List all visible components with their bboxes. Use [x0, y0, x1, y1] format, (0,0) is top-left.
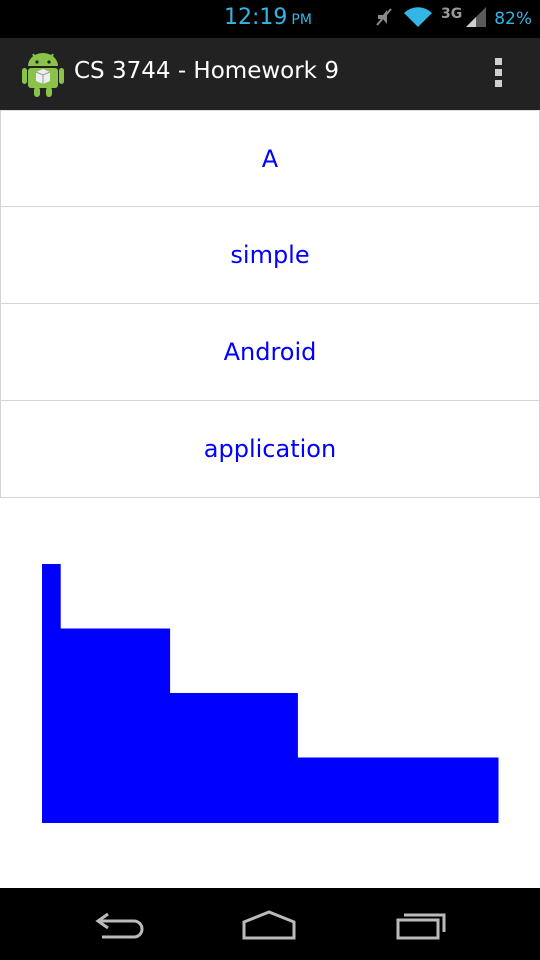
status-icons: 3G 82% — [365, 4, 532, 34]
chart-bar-application — [297, 757, 499, 823]
recent-apps-icon[interactable] — [386, 902, 456, 946]
chart-bar-simple — [60, 628, 171, 823]
list-item[interactable]: application — [0, 401, 540, 498]
list-item[interactable]: A — [0, 110, 540, 207]
back-icon[interactable] — [86, 902, 156, 946]
chart-bar-a — [42, 564, 61, 823]
status-bar: 12:19 PM 3G 82% — [0, 0, 540, 38]
navigation-bar — [0, 888, 540, 960]
status-time-value: 12:19 — [224, 5, 288, 30]
word-length-chart — [0, 498, 540, 888]
screen: 12:19 PM 3G 82% CS 3744 - Homework 9 A s… — [0, 0, 540, 960]
android-app-icon[interactable] — [22, 50, 64, 98]
wifi-icon — [403, 5, 433, 33]
signal-icon — [464, 5, 488, 33]
status-time: 12:19 PM — [224, 5, 312, 30]
action-bar: CS 3744 - Homework 9 — [0, 38, 540, 110]
word-list: A simple Android application — [0, 110, 540, 498]
mute-icon — [373, 5, 395, 33]
overflow-menu-icon[interactable] — [486, 54, 510, 94]
chart-bar-android — [169, 693, 298, 823]
network-label: 3G — [440, 5, 463, 22]
network-type: 3G — [441, 6, 462, 29]
app-title: CS 3744 - Homework 9 — [74, 58, 339, 84]
status-time-suffix: PM — [291, 12, 312, 28]
list-item[interactable]: simple — [0, 207, 540, 304]
list-item[interactable]: Android — [0, 304, 540, 401]
chart-canvas — [42, 564, 499, 823]
battery-level: 82% — [494, 9, 532, 29]
home-icon[interactable] — [234, 902, 304, 946]
